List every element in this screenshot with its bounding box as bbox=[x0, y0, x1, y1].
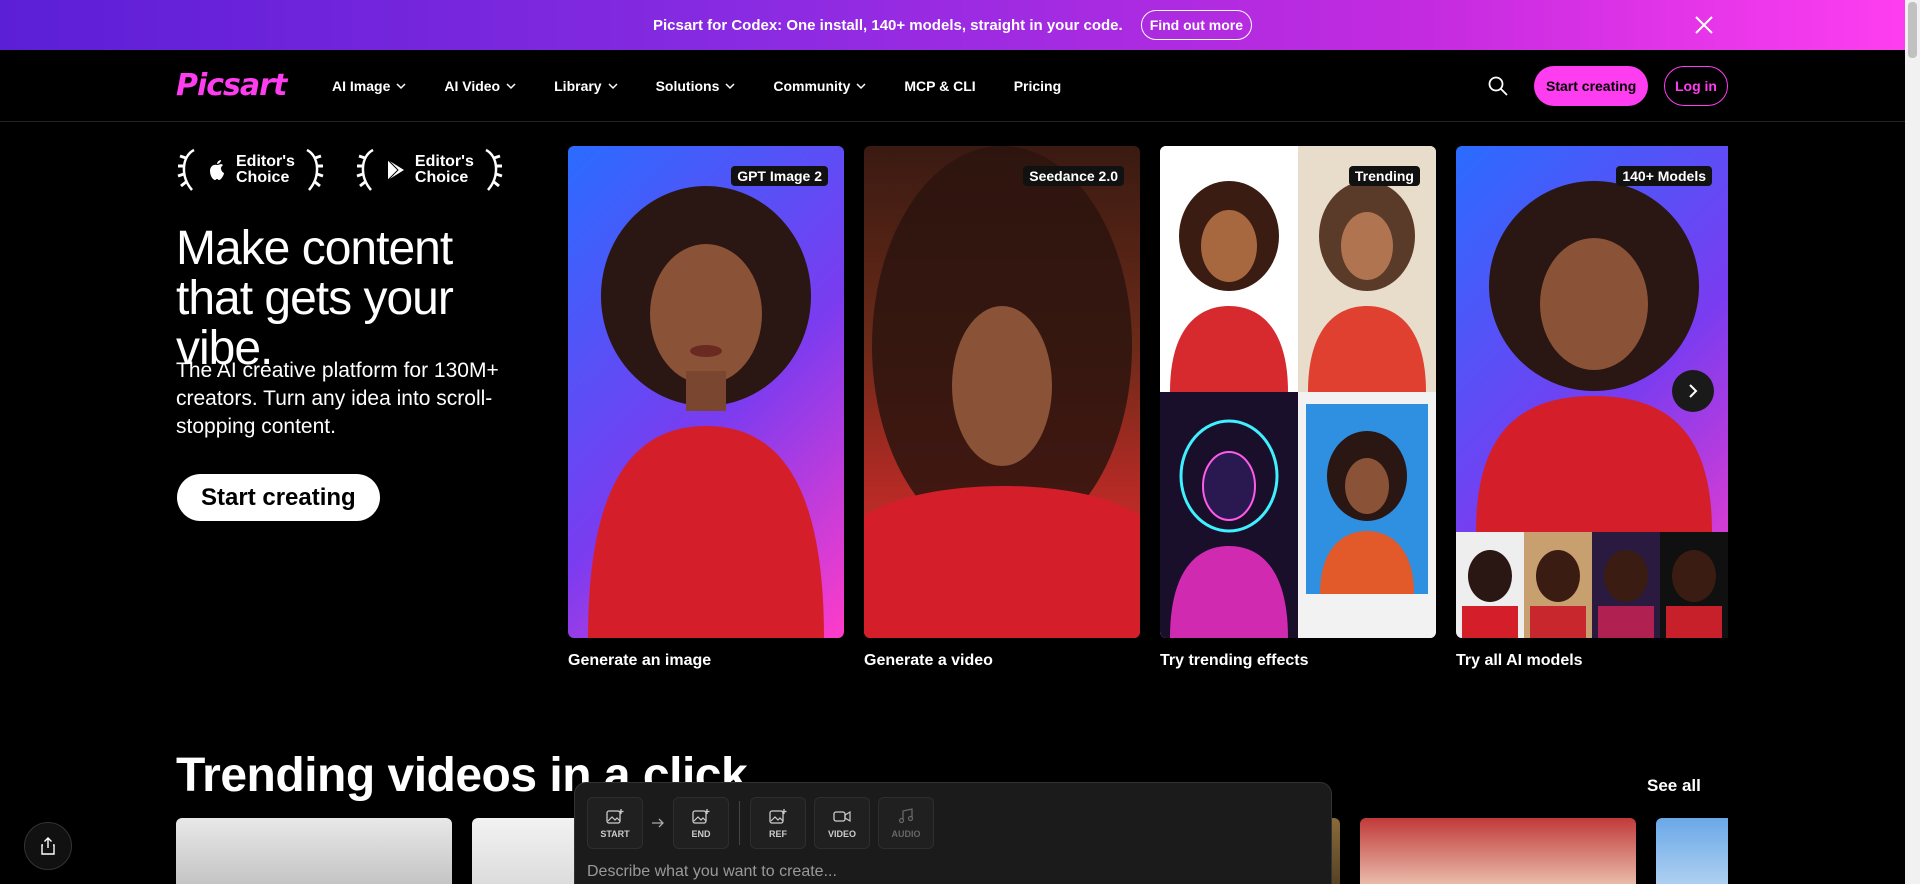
card-badge: Seedance 2.0 bbox=[1023, 166, 1124, 186]
video-icon bbox=[833, 810, 851, 822]
nav-item-label: Community bbox=[773, 78, 851, 94]
nav-item-label: Library bbox=[554, 78, 602, 94]
log-in-button[interactable]: Log in bbox=[1664, 66, 1728, 106]
laurel-left-icon bbox=[356, 148, 374, 191]
card-trending-effects[interactable]: Trending bbox=[1160, 146, 1436, 638]
laurel-right-icon bbox=[306, 148, 324, 191]
nav-item-mcp-cli[interactable]: MCP & CLI bbox=[904, 78, 975, 94]
trending-video-thumb[interactable] bbox=[1360, 818, 1636, 884]
video-still-image bbox=[864, 146, 1140, 638]
nav-item-solutions[interactable]: Solutions bbox=[656, 78, 736, 94]
effects-collage-image bbox=[1160, 146, 1436, 638]
nav-item-label: MCP & CLI bbox=[904, 78, 976, 94]
chevron-right-icon bbox=[1689, 384, 1698, 398]
video-button[interactable]: VIDEO bbox=[814, 797, 870, 849]
google-play-icon bbox=[387, 159, 404, 181]
page: Picsart for Codex: One install, 140+ mod… bbox=[0, 0, 1920, 884]
hero-subtitle: The AI creative platform for 130M+ creat… bbox=[176, 359, 499, 438]
nav-item-label: AI Video bbox=[444, 78, 501, 94]
card-generate-image[interactable]: GPT Image 2 bbox=[568, 146, 844, 638]
trending-video-thumb[interactable] bbox=[1656, 818, 1728, 884]
card-generate-video[interactable]: Seedance 2.0 bbox=[864, 146, 1140, 638]
arrow-right-icon bbox=[652, 818, 664, 828]
image-add-icon bbox=[606, 808, 624, 824]
chevron-down-icon bbox=[856, 83, 866, 90]
award-line2: Choice bbox=[414, 169, 469, 186]
close-icon[interactable] bbox=[1693, 14, 1715, 36]
start-creating-nav-button[interactable]: Start creating bbox=[1534, 66, 1649, 106]
carousel-next-button[interactable] bbox=[1672, 370, 1714, 412]
tool-label: START bbox=[600, 828, 630, 839]
chevron-down-icon bbox=[396, 83, 406, 90]
nav-item-label: AI Image bbox=[332, 78, 391, 94]
prompt-tools: START END REF VIDEO AUDIO bbox=[587, 797, 934, 849]
search-icon[interactable] bbox=[1487, 75, 1509, 97]
picsart-logo[interactable]: Picsart bbox=[176, 68, 287, 103]
nav-item-ai-video[interactable]: AI Video bbox=[444, 78, 516, 94]
reference-image-button[interactable]: REF bbox=[750, 797, 806, 849]
nav-item-label: Pricing bbox=[1013, 78, 1062, 94]
nav-item-pricing[interactable]: Pricing bbox=[1014, 78, 1061, 94]
card-label[interactable]: Generate a video bbox=[864, 652, 993, 670]
image-add-icon bbox=[692, 808, 710, 824]
hero-title: Make content that gets your vibe. bbox=[176, 222, 454, 375]
nav-item-library[interactable]: Library bbox=[554, 78, 618, 94]
start-creating-hero-button[interactable]: Start creating bbox=[177, 474, 380, 521]
tool-label: VIDEO bbox=[827, 828, 856, 839]
laurel-left-icon bbox=[177, 148, 195, 191]
awards: Editor's Choice Editor's Choice bbox=[176, 146, 504, 194]
portrait-image bbox=[588, 186, 824, 638]
card-label[interactable]: Generate an image bbox=[568, 652, 711, 670]
scrollbar-thumb[interactable] bbox=[1908, 2, 1917, 58]
card-badge: 140+ Models bbox=[1616, 166, 1712, 186]
card-label[interactable]: Try all AI models bbox=[1456, 652, 1583, 670]
award-line1: Editor's bbox=[236, 153, 295, 170]
nav-item-label: Solutions bbox=[655, 78, 720, 94]
award-text: Editor's Choice bbox=[415, 154, 474, 186]
find-out-more-button[interactable]: Find out more bbox=[1140, 10, 1253, 40]
award-apple: Editor's Choice bbox=[176, 146, 325, 194]
tool-label: END bbox=[691, 828, 711, 839]
nav-item-community[interactable]: Community bbox=[773, 78, 866, 94]
scrollbar[interactable] bbox=[1905, 0, 1920, 884]
end-frame-button[interactable]: END bbox=[673, 797, 729, 849]
prompt-input[interactable] bbox=[587, 863, 1287, 881]
award-google-play: Editor's Choice bbox=[355, 146, 504, 194]
audio-button[interactable]: AUDIO bbox=[878, 797, 934, 849]
trending-video-thumb[interactable] bbox=[176, 818, 452, 884]
start-frame-button[interactable]: START bbox=[587, 797, 643, 849]
card-badge: Trending bbox=[1348, 166, 1420, 186]
see-all-link[interactable]: See all bbox=[1647, 776, 1701, 796]
chevron-down-icon bbox=[506, 83, 516, 90]
card-badge: GPT Image 2 bbox=[731, 166, 828, 186]
promo-banner: Picsart for Codex: One install, 140+ mod… bbox=[0, 0, 1905, 50]
nav-menu: AI Image AI Video Library Solutions Comm… bbox=[332, 50, 1099, 122]
award-line1: Editor's bbox=[414, 153, 474, 170]
nav-item-ai-image[interactable]: AI Image bbox=[332, 78, 406, 94]
music-icon bbox=[898, 807, 914, 823]
apple-icon bbox=[210, 160, 224, 180]
tool-label: AUDIO bbox=[891, 828, 921, 839]
award-text: Editor's Choice bbox=[236, 154, 295, 186]
top-nav: Picsart AI Image AI Video Library Soluti… bbox=[0, 50, 1905, 122]
chevron-down-icon bbox=[725, 83, 735, 90]
banner-text: Picsart for Codex: One install, 140+ mod… bbox=[652, 16, 1123, 34]
award-line2: Choice bbox=[236, 169, 290, 186]
prompt-composer: START END REF VIDEO AUDIO bbox=[574, 782, 1332, 884]
share-button[interactable] bbox=[24, 822, 72, 870]
divider bbox=[739, 801, 740, 845]
tool-label: REF bbox=[769, 828, 787, 839]
image-add-icon bbox=[769, 808, 787, 824]
chevron-down-icon bbox=[608, 83, 618, 90]
share-icon bbox=[41, 837, 55, 855]
laurel-right-icon bbox=[485, 148, 503, 191]
card-label[interactable]: Try trending effects bbox=[1160, 652, 1308, 670]
